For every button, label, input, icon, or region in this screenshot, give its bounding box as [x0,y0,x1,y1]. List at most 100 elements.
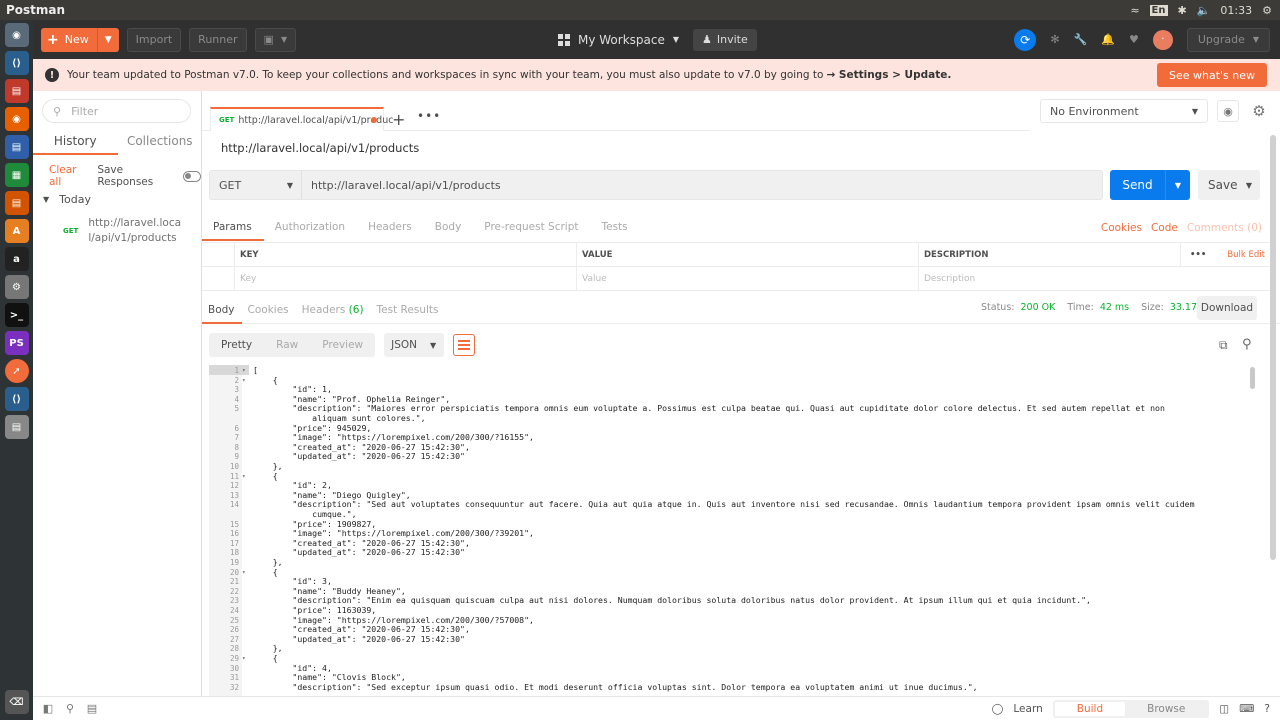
save-responses-toggle[interactable] [182,170,201,182]
more-options-icon[interactable]: ••• [1190,250,1206,260]
fold-icon[interactable]: ▾ [242,472,246,482]
wifi-icon[interactable]: ≈ [1130,4,1139,17]
launcher-amazon-icon[interactable]: a [4,247,29,271]
chevron-down-icon[interactable]: ▼ [1166,181,1190,190]
tab-pre-request-script[interactable]: Pre-request Script [473,213,590,241]
runner-button[interactable]: Runner [189,27,247,52]
fold-icon[interactable]: ▾ [242,376,246,386]
launcher-files-icon[interactable]: ▤ [4,79,29,103]
launcher-software-icon[interactable]: A [4,219,29,243]
param-value-input[interactable]: Value [576,267,918,291]
power-icon[interactable]: ⚙ [1262,4,1272,17]
gear-icon[interactable]: ⚙ [1248,100,1270,122]
search-icon[interactable]: ⚲ [1242,337,1252,352]
import-button[interactable]: Import [126,27,182,52]
clear-all-link[interactable]: Clear all [49,164,87,188]
launcher-vscode-icon[interactable]: ⟨⟩ [4,51,29,75]
launcher-trash-icon[interactable]: ⌫ [4,690,29,714]
wrench-icon[interactable]: 🔧 [1074,33,1088,46]
url-input[interactable]: http://laravel.local/api/v1/products [311,171,501,199]
more-tabs-icon[interactable]: ••• [417,109,441,123]
tab-authorization[interactable]: Authorization [264,213,357,241]
layout-icon[interactable]: ◫ [1219,703,1229,715]
request-panel-scrollbar[interactable] [1270,135,1276,560]
see-whats-new-button[interactable]: See what's new [1156,63,1267,87]
toggle-sidebar-icon[interactable]: ◧ [41,702,55,715]
tab-params[interactable]: Params [202,213,264,241]
environment-select[interactable]: No Environment ▼ [1040,99,1208,123]
status-value[interactable]: 200 OK [1020,302,1055,313]
tab-collections[interactable]: Collections [118,131,203,155]
launcher-vscode2-icon[interactable]: ⟨⟩ [4,387,29,411]
bell-icon[interactable]: 🔔 [1101,33,1115,46]
response-tab-body[interactable]: Body [202,297,242,324]
request-name[interactable]: http://laravel.local/api/v1/products [221,141,419,155]
browse-mode-button[interactable]: Browse [1125,702,1207,716]
build-mode-button[interactable]: Build [1054,702,1126,716]
raw-button[interactable]: Raw [264,333,310,357]
comments-link[interactable]: Comments (0) [1187,222,1262,234]
response-tab-headers[interactable]: Headers (6) [296,297,371,324]
upgrade-button[interactable]: Upgrade ▼ [1186,27,1270,52]
pretty-button[interactable]: Pretty [209,333,264,357]
launcher-firefox-icon[interactable]: ◉ [4,107,29,131]
preview-button[interactable]: Preview [310,333,375,357]
launcher-settings-icon[interactable]: ⚙ [4,275,29,299]
workspace-switcher[interactable]: My Workspace ▼ ♟ Invite [558,20,757,59]
response-tab-tests[interactable]: Test Results [371,297,446,324]
bulk-edit-link[interactable]: Bulk Edit [1227,250,1265,260]
tab-tests[interactable]: Tests [590,213,639,241]
tab-history[interactable]: History [33,131,118,155]
request-tab[interactable]: GET http://laravel.local/api/v1/produc [210,107,393,131]
tab-body[interactable]: Body [424,213,474,241]
fold-icon[interactable]: ▾ [242,654,246,664]
launcher-writer-icon[interactable]: ▤ [4,135,29,159]
launcher-impress-icon[interactable]: ▤ [4,191,29,215]
help-icon[interactable]: ? [1264,703,1270,715]
add-tab-icon[interactable]: + [392,110,405,129]
format-select[interactable]: JSON ▼ [384,333,445,357]
method-select[interactable]: GET ▼ [210,171,302,199]
new-button[interactable]: + New ▼ [41,27,119,52]
invite-button[interactable]: ♟ Invite [693,28,757,51]
launcher-calc-icon[interactable]: ▦ [4,163,29,187]
send-button[interactable]: Send ▼ [1110,170,1190,200]
heart-icon[interactable]: ♥ [1129,33,1139,46]
launcher-terminal-icon[interactable]: >_ [4,303,29,327]
chevron-down-icon[interactable]: ▼ [1246,181,1252,190]
sync-icon[interactable]: ⟳ [1014,28,1037,51]
wrap-lines-icon[interactable] [453,334,476,356]
avatar[interactable]: · [1152,29,1173,50]
keyboard-icon[interactable]: ⌨ [1239,703,1254,715]
launcher-drive-icon[interactable]: ▤ [4,415,29,439]
save-button[interactable]: Save ▼ [1198,170,1260,200]
interceptor-icon[interactable]: ✻ [1050,33,1059,46]
chevron-down-icon[interactable]: ▼ [98,35,119,45]
launcher-postman-icon[interactable]: ➚ [4,359,29,383]
eye-icon[interactable]: ◉ [1217,100,1239,122]
response-body-editor[interactable]: 1 ▾[2 ▾ {3 "id": 1, 4 "name": "Prof. Opheli… [209,365,1260,696]
console-icon[interactable]: ▤ [85,702,99,715]
clock[interactable]: 01:33 [1220,4,1252,17]
history-item[interactable]: GET http://laravel.local/api/v1/products [63,216,186,246]
find-icon[interactable]: ⚲ [63,702,77,715]
copy-icon[interactable]: ⧉ [1219,338,1228,353]
fold-icon[interactable]: ▾ [242,568,246,578]
params-row-check[interactable] [202,267,234,291]
new-window-button[interactable]: ▣ ▼ [254,27,297,52]
response-body-scrollbar[interactable] [1250,367,1255,389]
tab-headers[interactable]: Headers [357,213,424,241]
filter-input[interactable]: ⚲ Filter [42,99,191,123]
code-link[interactable]: Code [1151,222,1178,234]
time-value[interactable]: 42 ms [1100,302,1129,313]
download-button[interactable]: Download [1197,296,1257,320]
param-description-input[interactable]: Description [918,267,1273,291]
keyboard-layout-indicator[interactable]: En [1149,4,1168,16]
response-tab-cookies[interactable]: Cookies [242,297,296,324]
fold-icon[interactable]: ▾ [242,366,246,376]
cookies-link[interactable]: Cookies [1101,222,1142,234]
bluetooth-icon[interactable]: ✱ [1178,4,1187,17]
launcher-phpstorm-icon[interactable]: PS [4,331,29,355]
launcher-dash-icon[interactable]: ◉ [4,23,29,47]
param-key-input[interactable]: Key [234,267,576,291]
